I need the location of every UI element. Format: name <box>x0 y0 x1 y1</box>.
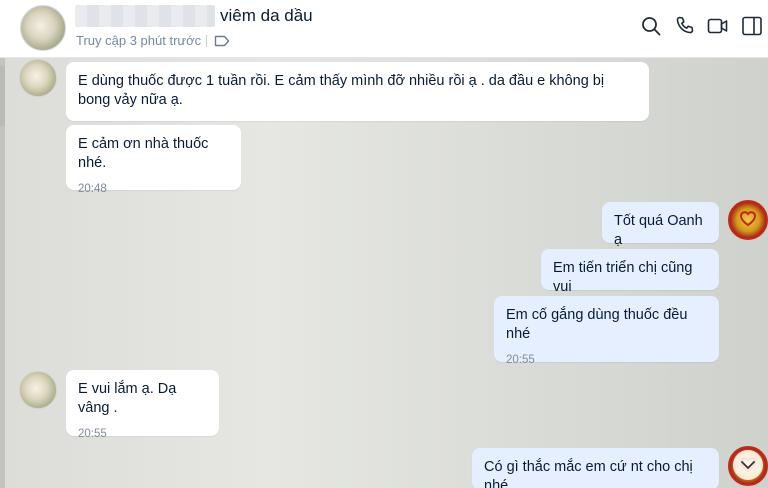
phone-icon <box>673 16 697 42</box>
message-text: E cảm ơn nhà thuốc nhé. <box>78 136 209 171</box>
message-bubble-incoming[interactable]: E dùng thuốc được 1 tuần rồi. E cảm thấy… <box>66 62 649 121</box>
message-bubble-outgoing[interactable]: Em cố gắng dùng thuốc đều nhé 20:55 <box>494 296 719 366</box>
tag-icon[interactable] <box>214 34 230 53</box>
scroll-to-bottom-button[interactable] <box>733 450 763 480</box>
message-list[interactable]: E dùng thuốc được 1 tuần rồi. E cảm thấy… <box>0 58 768 488</box>
message-text: Có gì thắc mắc em cứ nt cho chị nhé <box>484 459 693 488</box>
toggle-info-panel-button[interactable] <box>740 14 764 38</box>
message-text: Em tiến triển chị cũng vui <box>553 260 693 295</box>
conversation-title[interactable]: viêm da dầu <box>220 6 313 26</box>
voice-call-button[interactable] <box>673 14 697 38</box>
video-call-button[interactable] <box>706 14 730 38</box>
my-avatar[interactable] <box>728 200 768 240</box>
search-button[interactable] <box>639 14 663 38</box>
message-time: 20:55 <box>506 354 535 366</box>
last-active-status: Truy cập 3 phút trước <box>76 33 202 48</box>
message-text: Tốt quá Oanh ạ <box>614 213 703 248</box>
message-bubble-incoming[interactable]: E cảm ơn nhà thuốc nhé. 20:48 <box>66 125 241 195</box>
header-divider <box>206 35 207 47</box>
chevron-down-icon <box>741 461 755 469</box>
message-bubble-outgoing[interactable]: Tốt quá Oanh ạ <box>602 202 719 248</box>
scrollbar[interactable] <box>0 58 5 488</box>
sender-avatar[interactable] <box>19 371 57 409</box>
message-bubble-incoming[interactable]: E vui lắm ạ. Dạ vâng . 20:55 <box>66 370 219 440</box>
layout-icon <box>740 16 764 42</box>
message-text: Em cố gắng dùng thuốc đều nhé <box>506 307 688 342</box>
message-time: 20:48 <box>78 183 107 195</box>
search-icon <box>639 17 663 42</box>
message-text: E dùng thuốc được 1 tuần rồi. E cảm thấy… <box>78 73 605 108</box>
contact-avatar[interactable] <box>20 5 66 51</box>
message-time: 20:55 <box>78 428 107 440</box>
video-icon <box>706 18 730 42</box>
message-bubble-outgoing[interactable]: Em tiến triển chị cũng vui <box>541 249 719 295</box>
contact-name-redacted <box>75 5 215 27</box>
sender-avatar[interactable] <box>19 59 57 97</box>
chat-header: viêm da dầu Truy cập 3 phút trước <box>0 0 768 58</box>
message-bubble-outgoing[interactable]: Có gì thắc mắc em cứ nt cho chị nhé <box>472 448 719 488</box>
heart-logo-icon <box>739 211 757 227</box>
message-text: E vui lắm ạ. Dạ vâng . <box>78 381 177 416</box>
